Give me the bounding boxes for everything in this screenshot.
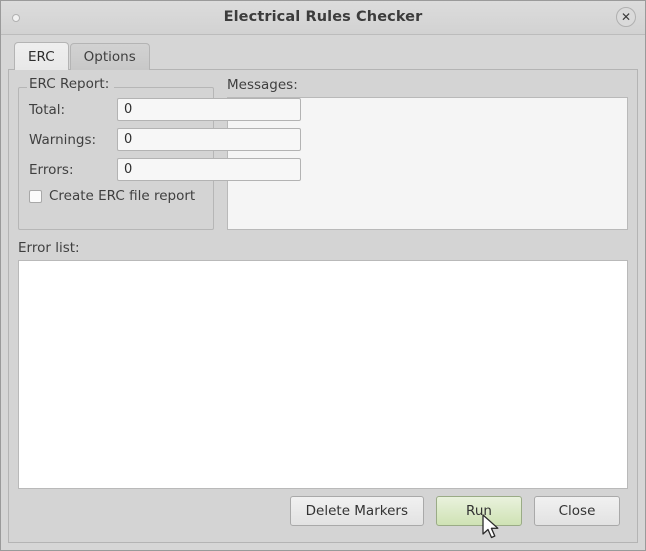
title-bar: Electrical Rules Checker ✕ — [1, 1, 645, 35]
close-button[interactable]: Close — [534, 496, 620, 526]
total-row: Total: — [29, 98, 301, 121]
dialog-body: ERC Options ERC Report: Total: Warnings: — [1, 35, 645, 550]
warnings-label: Warnings: — [29, 131, 97, 148]
close-icon[interactable]: ✕ — [616, 7, 636, 27]
total-label: Total: — [29, 101, 66, 118]
erc-report-groupbox: ERC Report: Total: Warnings: Errors: — [18, 77, 301, 230]
messages-label: Messages: — [227, 77, 298, 93]
warnings-row: Warnings: — [29, 128, 301, 151]
warnings-input[interactable] — [117, 128, 301, 151]
tab-options[interactable]: Options — [69, 43, 150, 70]
error-list-label: Error list: — [18, 240, 80, 256]
create-erc-file-report-label: Create ERC file report — [49, 188, 196, 204]
tab-erc[interactable]: ERC — [14, 42, 69, 70]
error-list-box[interactable] — [18, 259, 628, 489]
errors-row: Errors: — [29, 158, 301, 181]
errors-input[interactable] — [117, 158, 301, 181]
erc-report-title: ERC Report: — [27, 77, 115, 92]
top-row: ERC Report: Total: Warnings: Errors: — [18, 77, 628, 230]
delete-markers-button[interactable]: Delete Markers — [289, 496, 424, 526]
tab-bar: ERC Options — [8, 41, 638, 70]
total-input[interactable] — [117, 98, 301, 121]
button-bar: Delete Markers Run Close — [18, 489, 628, 533]
run-button[interactable]: Run — [436, 496, 522, 526]
erc-dialog-window: Electrical Rules Checker ✕ ERC Options E… — [0, 0, 646, 551]
create-erc-file-report-checkbox[interactable]: Create ERC file report — [29, 188, 203, 204]
window-dot-icon — [12, 14, 20, 22]
checkbox-box-icon — [29, 189, 42, 203]
error-list-section: Error list: — [18, 241, 628, 489]
errors-label: Errors: — [29, 161, 74, 178]
tab-panel-erc: ERC Report: Total: Warnings: Errors: — [8, 69, 638, 543]
page-title: Electrical Rules Checker — [223, 9, 423, 26]
